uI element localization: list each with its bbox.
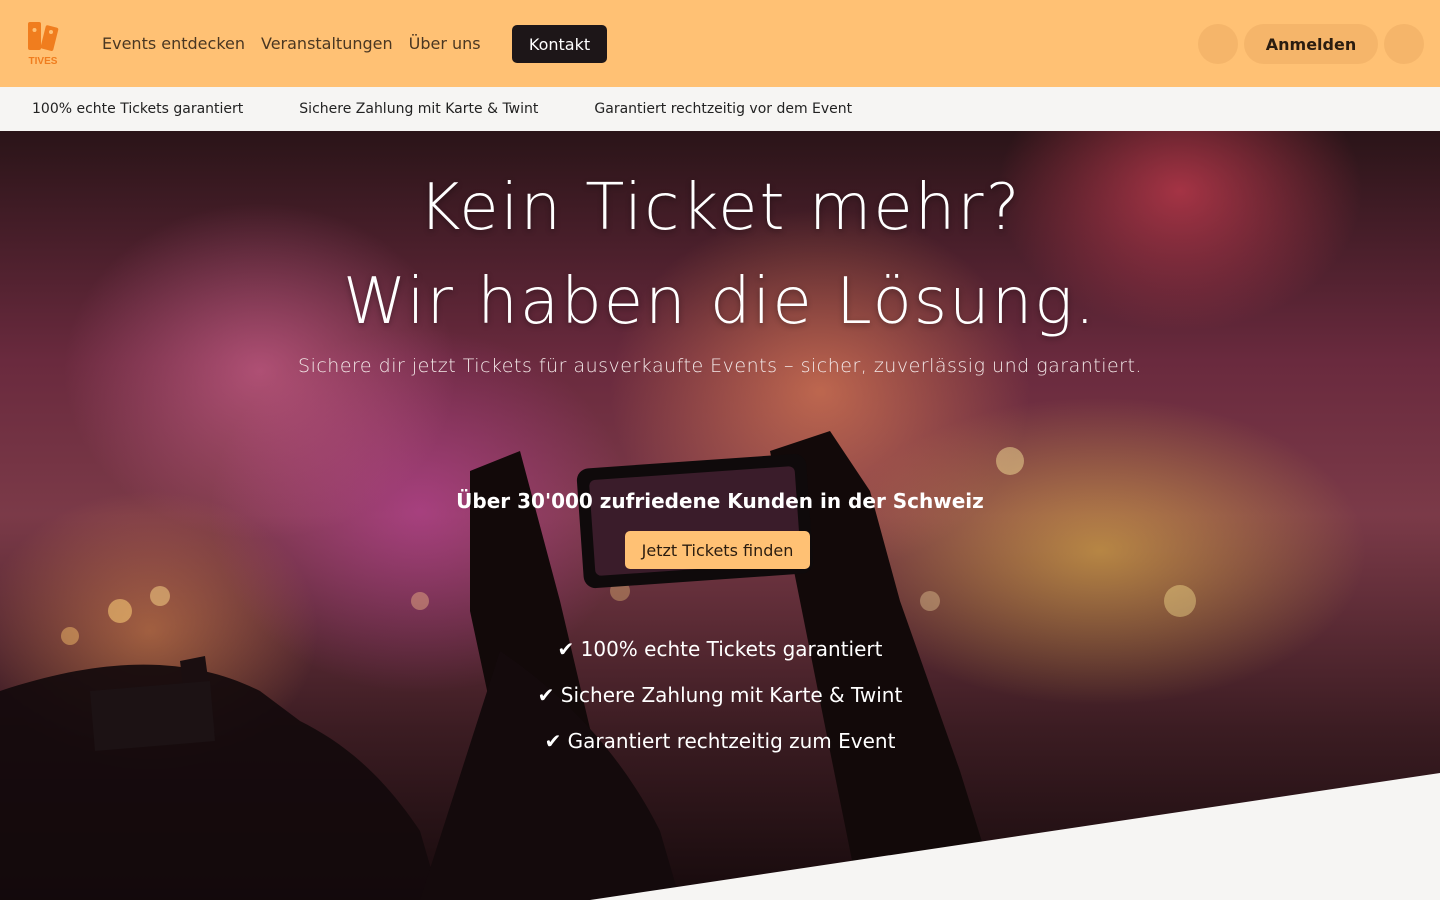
trust-bar: 100% echte Tickets garantiert Sichere Za… [0,87,1440,131]
ticket-logo-icon [28,22,59,51]
login-button[interactable]: Anmelden [1244,24,1378,64]
menu-button[interactable] [1384,24,1424,64]
benefit-list: ✔ 100% echte Tickets garantiert ✔ Sicher… [0,635,1440,773]
nav-veranstaltungen[interactable]: Veranstaltungen [261,34,393,53]
nav-events-entdecken[interactable]: Events entdecken [102,34,245,53]
nav-ueber-uns[interactable]: Über uns [409,34,481,53]
benefit-item: ✔ Sichere Zahlung mit Karte & Twint [537,683,903,707]
trust-item: Sichere Zahlung mit Karte & Twint [277,101,538,117]
contact-button[interactable]: Kontakt [512,25,607,63]
hero-title-line2: Wir haben die Lösung. [342,265,1098,339]
trust-item: Garantiert rechtzeitig vor dem Event [572,101,852,117]
hero-subtitle: Sichere dir jetzt Tickets für ausverkauf… [298,355,1142,377]
trust-item: 100% echte Tickets garantiert [10,101,243,117]
trust-item-label: 100% echte Tickets garantiert [32,101,244,117]
hero-slant-divider [590,773,1440,900]
logo[interactable]: TIVES [24,18,62,68]
find-tickets-button[interactable]: Jetzt Tickets finden [625,531,810,569]
trust-item-label: Sichere Zahlung mit Karte & Twint [299,101,539,117]
benefit-item: ✔ 100% echte Tickets garantiert [557,637,883,661]
trust-item-label: Garantiert rechtzeitig vor dem Event [594,101,853,117]
logo-text: TIVES [28,56,58,67]
hero-section: Kein Ticket mehr? Wir haben die Lösung. … [0,131,1440,900]
search-button[interactable] [1198,24,1238,64]
site-header: TIVES Events entdecken Veranstaltungen Ü… [0,0,1440,87]
customer-count: Über 30'000 zufriedene Kunden in der Sch… [456,489,984,513]
main-nav: Events entdecken Veranstaltungen Über un… [102,0,497,87]
benefit-item: ✔ Garantiert rechtzeitig zum Event [544,729,896,753]
hero-title-line1: Kein Ticket mehr? [418,171,1022,245]
